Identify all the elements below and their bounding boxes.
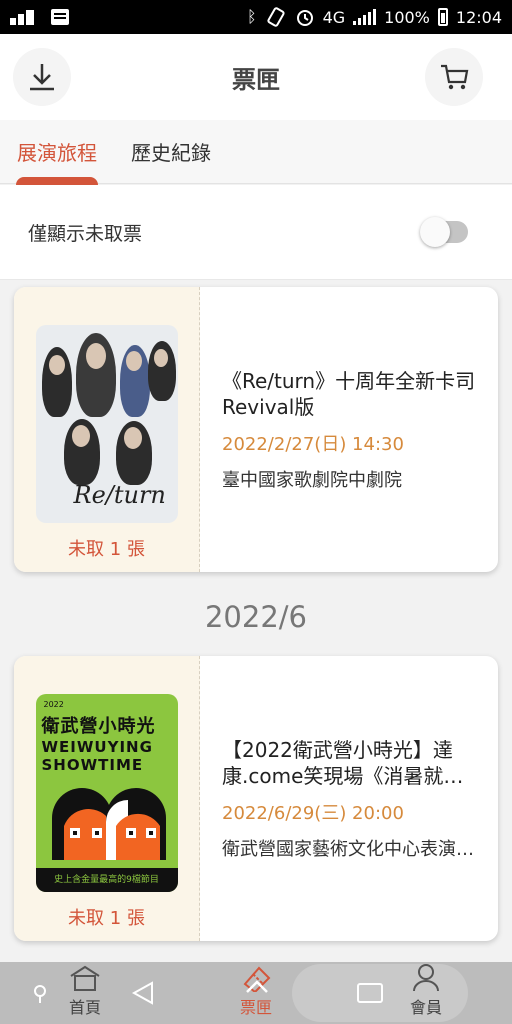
untaken-only-toggle[interactable] [420,217,468,247]
filter-label: 僅顯示未取票 [28,222,143,245]
section-date-header: 2022/6 [204,600,308,634]
alarm-icon [296,10,313,26]
cell-signal-icon [353,9,377,25]
filter-row: 僅顯示未取票 [0,185,512,280]
home-chevron-icon[interactable] [243,976,271,1000]
home-icon [70,965,100,991]
message-icon [51,9,69,25]
cart-button[interactable] [425,48,483,106]
poster-cn-title: 衛武營小時光 [41,716,156,737]
back-icon[interactable] [130,980,156,1006]
event-venue: 臺中國家歌劇院中劇院 [222,469,402,491]
untaken-count: 未取 1 張 [68,908,145,929]
signal-strength-icon [10,10,34,25]
poster-faces-graphic [51,788,166,860]
tab-history[interactable]: 歷史紀錄 [114,120,228,184]
ticket-card[interactable]: 2022 衛武營小時光 WEIWUYING SHOWTIME 史上含金量最高的9… [14,656,498,941]
battery-icon [437,8,448,26]
cart-icon [441,64,469,90]
ticket-stub: Re/turn 未取 1 張 [14,287,200,572]
poster-year: 2022 [43,700,64,709]
poster-en-title-1: WEIWUYING [41,738,153,756]
toggle-knob [420,217,450,247]
poster-bottom-text: 史上含金量最高的9檔節目 [35,868,178,892]
status-bar: ᛒ 4G 100% 12:04 [0,0,512,34]
network-type: 4G [322,7,346,27]
nav-member[interactable]: 會員 [391,962,461,1024]
event-title: 【2022衛武營小時光】達康.come笑現場《消暑就… [222,737,464,788]
nav-member-label: 會員 [409,998,442,1017]
recents-icon[interactable] [356,982,384,1004]
download-button[interactable] [13,48,71,106]
poster-title-text: Re/turn [73,481,166,509]
bluetooth-icon: ᛒ [246,7,257,26]
nav-home-label: 首頁 [68,998,101,1017]
clock: 12:04 [455,7,502,27]
event-poster-image: Re/turn [35,325,178,523]
ticket-card[interactable]: Re/turn 未取 1 張 《Re/turn》十周年全新卡司Revival版 … [14,287,498,572]
assistant-icon[interactable] [30,984,50,1004]
ticket-info: 【2022衛武營小時光】達康.come笑現場《消暑就… 2022/6/29(三)… [200,656,498,941]
bottom-navigation: 首頁 票匣 會員 [0,962,512,1024]
event-date: 2022/6/29(三) 20:00 [222,802,404,824]
event-date: 2022/2/27(日) 14:30 [222,433,404,455]
page-title: 票匣 [232,65,280,94]
vibrate-icon [266,7,285,27]
download-icon [30,64,54,91]
ticket-stub: 2022 衛武營小時光 WEIWUYING SHOWTIME 史上含金量最高的9… [14,656,200,941]
tab-journey[interactable]: 展演旅程 [0,120,114,185]
nav-home[interactable]: 首頁 [50,962,120,1024]
app-header: 票匣 [0,34,512,120]
member-icon [413,964,439,992]
ticket-info: 《Re/turn》十周年全新卡司Revival版 2022/2/27(日) 14… [200,287,498,572]
battery-percent: 100% [384,7,430,27]
untaken-count: 未取 1 張 [68,539,145,560]
event-venue: 衛武營國家藝術文化中心表演… [222,838,474,860]
tab-bar: 展演旅程 歷史紀錄 [0,120,512,185]
event-poster-image: 2022 衛武營小時光 WEIWUYING SHOWTIME 史上含金量最高的9… [35,694,178,892]
poster-en-title-2: SHOWTIME [41,756,144,774]
event-title: 《Re/turn》十周年全新卡司Revival版 [222,368,476,419]
